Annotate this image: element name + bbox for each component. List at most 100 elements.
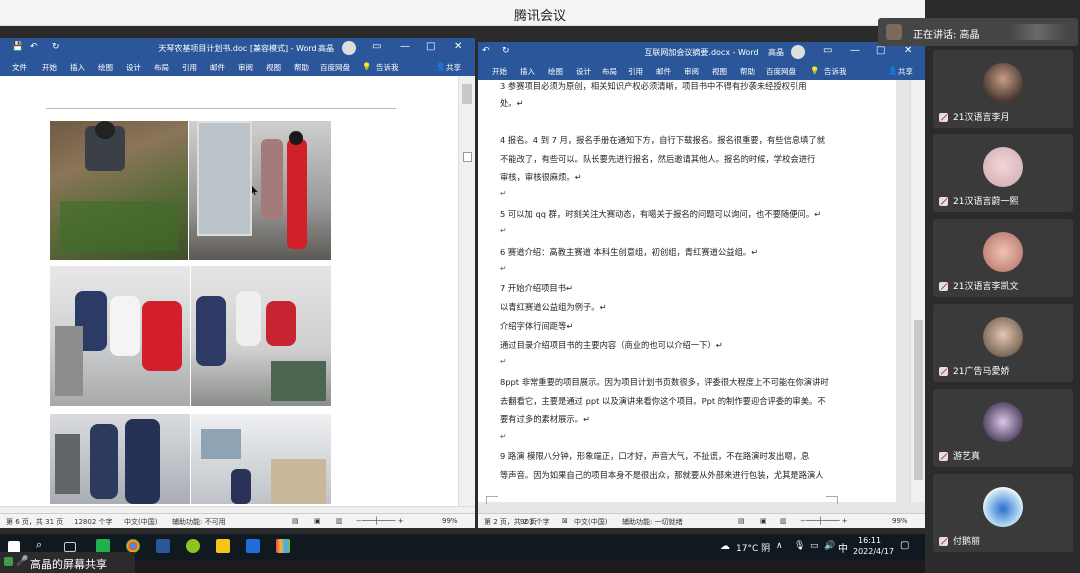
vertical-scrollbar[interactable] [910,80,925,502]
participant-tile[interactable]: 21汉语言蔚一熙 [933,134,1073,212]
avatar [983,487,1023,527]
language[interactable]: 中文(中国) [124,517,157,527]
notification-icon[interactable]: ▢ [900,540,909,551]
share-button[interactable]: 共享 [898,66,913,77]
tab-view[interactable]: 视图 [266,62,281,73]
horizontal-scrollbar[interactable] [0,506,475,513]
weather[interactable]: 17°C 阴 [736,541,770,554]
tab-layout[interactable]: 布局 [602,66,617,77]
app-grid-icon[interactable] [276,539,290,553]
tab-review[interactable]: 审阅 [684,66,699,77]
participant-tile[interactable]: 21汉语言李凯文 [933,219,1073,297]
photo-workshop-room [191,414,331,504]
zoom-slider[interactable]: −───┼──── + [356,517,404,525]
tab-insert[interactable]: 插入 [70,62,85,73]
tell-me-search[interactable]: 告诉我 [376,62,399,73]
wechat-icon[interactable] [96,539,110,553]
clock-date[interactable]: 2022/4/17 [853,547,894,556]
mic-muted-icon [939,197,948,206]
maximize-icon[interactable]: □ [426,41,435,52]
doc-line: 介绍字体行间距等↵ [500,321,574,331]
web-layout-icon[interactable]: ▥ [780,517,787,525]
tab-layout[interactable]: 布局 [154,62,169,73]
tray-chevron-icon[interactable]: ∧ [776,541,783,551]
active-speaker-indicator: 正在讲话: 高晶 [878,18,1078,46]
search-icon[interactable]: ⌕ [36,538,50,552]
mic-muted-icon [939,452,948,461]
tab-insert[interactable]: 插入 [520,66,535,77]
tab-design[interactable]: 设计 [576,66,591,77]
proofing-icon[interactable]: ⊠ [562,517,568,525]
zoom-level[interactable]: 99% [442,517,458,525]
tab-view[interactable]: 视图 [712,66,727,77]
tab-references[interactable]: 引用 [182,62,197,73]
network-icon[interactable]: ▭ [810,541,819,551]
word-icon[interactable] [156,539,170,553]
tab-review[interactable]: 审阅 [238,62,253,73]
tab-mailings[interactable]: 邮件 [210,62,225,73]
page-corner-mark [826,496,838,504]
tab-home[interactable]: 开始 [492,66,507,77]
read-mode-icon[interactable]: ▤ [738,517,745,525]
tell-me-search[interactable]: 告诉我 [824,66,847,77]
close-icon[interactable]: ✕ [904,45,912,56]
tab-draw[interactable]: 绘图 [98,62,113,73]
ribbon-display-icon[interactable]: ▭ [372,41,381,52]
web-layout-icon[interactable]: ▥ [336,517,343,525]
word-count[interactable]: 903 个字 [520,517,550,527]
accessibility-status[interactable]: 辅助功能: 一切就绪 [622,517,683,527]
volume-icon[interactable]: 🔊 [824,541,835,551]
microphone-icon[interactable]: 🎙 [794,541,805,551]
user-avatar-icon[interactable] [342,41,356,55]
paragraph-mark: ↵ [500,226,507,235]
participant-tile[interactable]: 游艺真 [933,389,1073,467]
paragraph-mark: ↵ [500,264,507,273]
doc-line: 3 参赛项目必须为原创，相关知识产权必须清晰，项目书中不得有抄袭未经授权引用 [500,81,807,91]
share-button[interactable]: 共享 [446,62,461,73]
task-view-icon[interactable] [64,542,76,552]
app-icon[interactable] [186,539,200,553]
maximize-icon[interactable]: □ [876,45,885,56]
share-icon: 👤 [888,66,898,75]
participant-tile[interactable]: 21汉语言李月 [933,50,1073,128]
print-layout-icon[interactable]: ▣ [314,517,321,525]
minimize-icon[interactable]: — [400,41,410,52]
zoom-level[interactable]: 99% [892,517,908,525]
page-count[interactable]: 第 6 页，共 31 页 [6,517,63,527]
right-user-name: 高晶 [768,48,784,57]
tab-file[interactable]: 文件 [12,62,27,73]
participant-tile[interactable]: 21广告马愛娇 [933,304,1073,382]
doc-line: 4 报名。4 到 7 月，报名手册在通知下方，自行下载报名。报名很重要，有些信息… [500,135,826,145]
notes-icon[interactable] [216,539,230,553]
user-avatar-icon[interactable] [791,45,805,59]
vertical-scrollbar[interactable] [458,76,475,506]
doc-line: 9 路演 模限八分钟，形象端正，口才好，声音大气，不扯谎，不在路演时发出嗯，息 [500,451,810,461]
tab-baidu-netdisk[interactable]: 百度网盘 [320,62,350,73]
word-count[interactable]: 12802 个字 [74,517,113,527]
layout-options-icon[interactable] [463,152,472,162]
tab-mailings[interactable]: 邮件 [656,66,671,77]
read-mode-icon[interactable]: ▤ [292,517,299,525]
zoom-slider[interactable]: −───┼──── + [800,517,848,525]
ime-indicator[interactable]: 中 [838,540,848,555]
clock-time[interactable]: 16:11 [858,536,881,545]
participant-tile[interactable]: 付鹅丽 [933,474,1073,552]
ribbon-display-icon[interactable]: ▭ [823,45,832,56]
minimize-icon[interactable]: — [850,45,860,56]
tab-help[interactable]: 帮助 [294,62,309,73]
tab-draw[interactable]: 绘图 [548,66,563,77]
tab-references[interactable]: 引用 [628,66,643,77]
accessibility-status[interactable]: 辅助功能: 不可用 [172,517,226,527]
tab-home[interactable]: 开始 [42,62,57,73]
lightbulb-icon: 💡 [810,66,820,75]
tab-help[interactable]: 帮助 [740,66,755,77]
tab-design[interactable]: 设计 [126,62,141,73]
chrome-icon[interactable] [126,539,140,553]
tencent-meeting-icon[interactable] [246,539,260,553]
tab-baidu-netdisk[interactable]: 百度网盘 [766,66,796,77]
close-icon[interactable]: ✕ [454,41,462,52]
language[interactable]: 中文(中国) [574,517,607,527]
scroll-thumb[interactable] [462,84,472,104]
print-layout-icon[interactable]: ▣ [760,517,767,525]
scroll-thumb[interactable] [914,320,923,480]
